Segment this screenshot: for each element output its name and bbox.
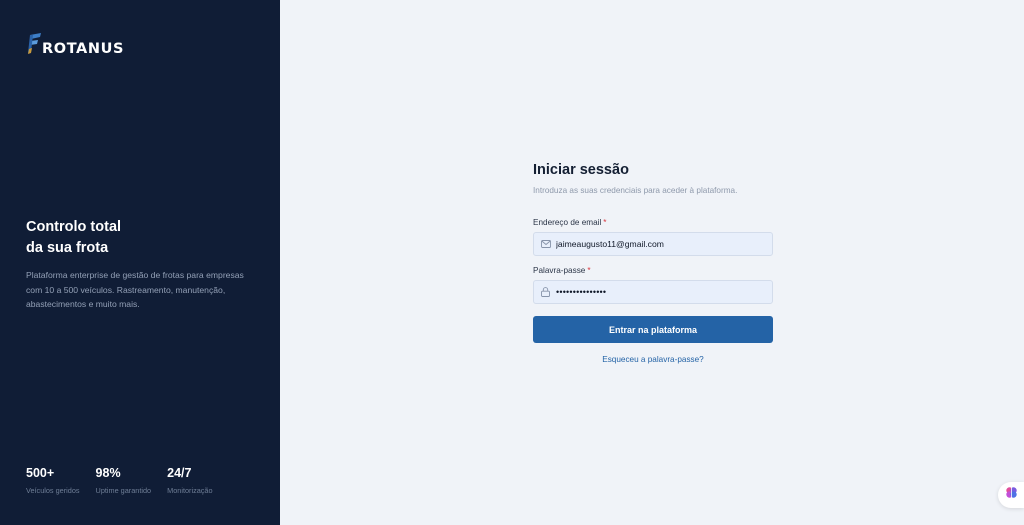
hero-title-line2: da sua frota [26,240,109,256]
login-title: Iniciar sessão [533,162,629,178]
hero-section: Controlo total da sua frota Plataforma e… [26,217,256,312]
stat-value: 98% [95,466,121,480]
login-submit-button[interactable]: Entrar na plataforma [533,316,773,343]
hero-title: Controlo total da sua frota [26,217,256,259]
stat-vehicles: 500+ Veículos geridos [26,466,80,495]
password-label-text: Palavra-passe [533,266,586,275]
stat-label: Monitorização [167,486,213,495]
stat-label: Uptime garantido [95,486,152,495]
password-input[interactable] [556,287,766,297]
required-mark: * [587,266,591,275]
stat-value: 500+ [26,466,55,480]
stat-uptime: 98% Uptime garantido [96,466,152,495]
brand-name: ROTANUS [42,40,125,57]
login-subtitle: Introduza as suas credenciais para acede… [533,186,738,195]
password-field[interactable] [533,280,773,304]
stat-label: Veículos geridos [26,486,80,495]
assistant-widget-button[interactable] [998,482,1024,508]
forgot-password-link[interactable]: Esqueceu a palavra-passe? [533,355,773,364]
required-mark: * [603,218,607,227]
hero-title-line1: Controlo total [26,219,122,235]
brand-logo: ROTANUS [27,32,124,58]
email-field[interactable] [533,232,773,256]
lock-icon [540,287,551,298]
mail-icon [540,239,551,250]
stat-monitoring: 24/7 Monitorização [167,466,212,495]
email-label-text: Endereço de email [533,218,602,227]
email-input[interactable] [556,239,766,249]
email-label: Endereço de email * [533,218,606,227]
brand-panel: ROTANUS Controlo total da sua frota Plat… [0,0,280,525]
brain-icon [1005,486,1018,504]
f-logo-icon [27,32,41,58]
hero-description: Plataforma enterprise de gestão de frota… [26,270,244,309]
password-label: Palavra-passe * [533,266,591,275]
login-form: Iniciar sessão Introduza as suas credenc… [533,160,773,364]
stat-value: 24/7 [167,466,192,480]
stats-row: 500+ Veículos geridos 98% Uptime garanti… [26,466,229,495]
